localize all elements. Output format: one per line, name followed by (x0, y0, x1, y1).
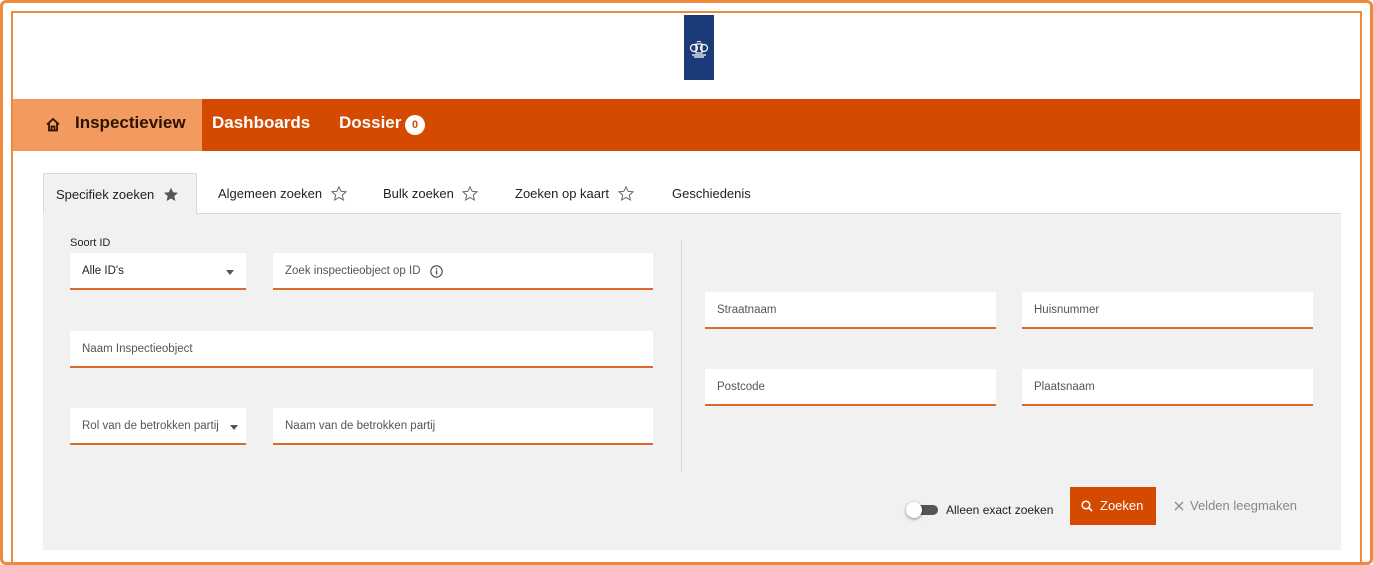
soort-id-select[interactable]: Alle ID's (70, 253, 246, 290)
tab-geschiedenis[interactable]: Geschiedenis (672, 173, 751, 213)
clear-fields-label: Velden leegmaken (1190, 498, 1297, 513)
naam-partij-input[interactable]: Naam van de betrokken partij (273, 408, 653, 445)
close-icon (1174, 501, 1184, 511)
tab-label: Specifiek zoeken (56, 187, 155, 202)
naam-inspectieobject-input[interactable]: Naam Inspectieobject (70, 331, 653, 368)
tab-zoeken-op-kaart[interactable]: Zoeken op kaart (515, 173, 634, 213)
search-button[interactable]: Zoeken (1070, 487, 1156, 525)
star-outline-icon[interactable] (462, 185, 479, 201)
huisnummer-placeholder: Huisnummer (1034, 304, 1100, 316)
nav-item-dashboards[interactable]: Dashboards (212, 113, 310, 133)
exact-search-toggle[interactable] (906, 502, 938, 518)
straatnaam-input[interactable]: Straatnaam (705, 292, 996, 329)
tab-label: Algemeen zoeken (218, 186, 323, 201)
chevron-down-icon (230, 425, 238, 430)
straatnaam-placeholder: Straatnaam (717, 304, 777, 316)
search-button-label: Zoeken (1100, 498, 1144, 513)
plaatsnaam-input[interactable]: Plaatsnaam (1022, 369, 1313, 406)
postcode-input[interactable]: Postcode (705, 369, 996, 406)
toggle-knob (906, 502, 922, 518)
postcode-placeholder: Postcode (717, 381, 765, 393)
main-nav: Inspectieview Dashboards Dossier 0 (13, 99, 1360, 151)
app-window: Inspectieview Dashboards Dossier 0 Speci… (11, 11, 1362, 562)
info-icon[interactable] (430, 265, 443, 278)
tab-bulk-zoeken[interactable]: Bulk zoeken (383, 173, 479, 213)
home-icon (46, 117, 60, 132)
clear-fields-button[interactable]: Velden leegmaken (1174, 487, 1314, 525)
dossier-count-badge: 0 (405, 115, 425, 135)
exact-search-label[interactable]: Alleen exact zoeken (946, 503, 1053, 517)
star-outline-icon[interactable] (330, 185, 347, 201)
naam-inspectieobject-placeholder: Naam Inspectieobject (82, 343, 193, 355)
star-outline-icon[interactable] (617, 185, 634, 201)
nav-label-inspectieview: Inspectieview (75, 113, 186, 132)
column-divider (681, 240, 682, 472)
star-filled-icon[interactable] (163, 187, 179, 202)
header (13, 13, 1360, 99)
app-frame: Inspectieview Dashboards Dossier 0 Speci… (0, 0, 1373, 565)
tab-algemeen-zoeken[interactable]: Algemeen zoeken (218, 173, 347, 213)
nav-item-inspectieview[interactable]: Inspectieview (13, 99, 202, 151)
soort-id-value: Alle ID's (82, 265, 124, 277)
soort-id-label: Soort ID (70, 237, 111, 249)
zoek-id-placeholder: Zoek inspectieobject op ID (285, 265, 421, 277)
zoek-id-input[interactable]: Zoek inspectieobject op ID (273, 253, 653, 290)
search-panel: Soort ID Alle ID's Zoek inspectieobject … (43, 214, 1341, 550)
rijksoverheid-logo (684, 15, 714, 80)
rol-placeholder: Rol van de betrokken partij (82, 420, 219, 432)
plaatsnaam-placeholder: Plaatsnaam (1034, 381, 1095, 393)
nav-item-dossier[interactable]: Dossier (339, 113, 401, 133)
tab-specifiek-zoeken[interactable]: Specifiek zoeken (43, 173, 197, 214)
tab-label: Bulk zoeken (383, 186, 454, 201)
huisnummer-input[interactable]: Huisnummer (1022, 292, 1313, 329)
search-icon (1081, 500, 1093, 512)
search-tabs: Specifiek zoeken Algemeen zoeken Bulk zo… (43, 173, 1341, 214)
naam-partij-placeholder: Naam van de betrokken partij (285, 420, 436, 432)
rol-select[interactable]: Rol van de betrokken partij (70, 408, 246, 445)
chevron-down-icon (226, 270, 234, 275)
tab-label: Geschiedenis (672, 186, 751, 201)
tab-label: Zoeken op kaart (515, 186, 609, 201)
